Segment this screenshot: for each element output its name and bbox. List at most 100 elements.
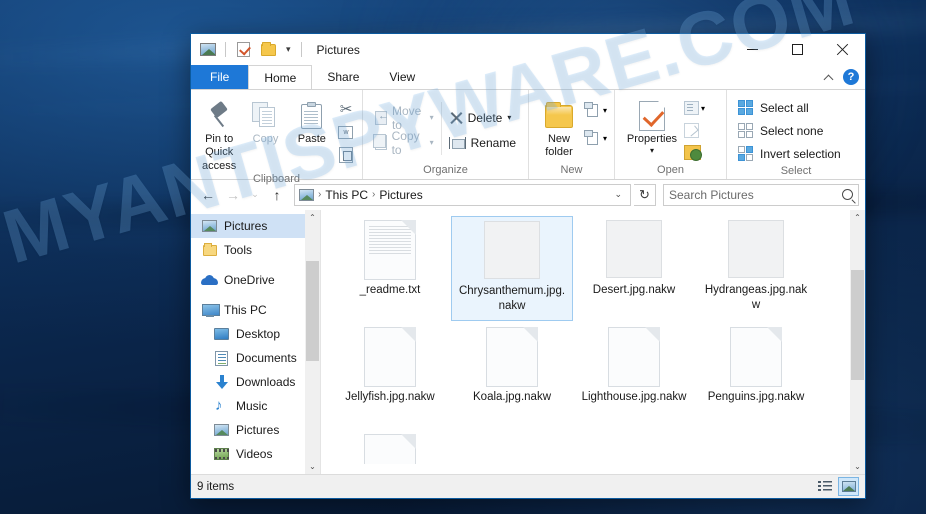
copy-path-button[interactable]: w [335, 122, 357, 142]
scrollbar-thumb[interactable] [851, 270, 864, 380]
select-all-icon [738, 100, 753, 115]
paste-button[interactable]: Paste [289, 93, 335, 146]
pin-to-quick-access-button[interactable]: Pin to Quick access [196, 93, 242, 173]
blank-file-icon [606, 220, 662, 280]
paste-shortcut-button[interactable] [335, 145, 357, 165]
blank-file-icon [728, 220, 784, 280]
delete-button[interactable]: Delete ▾ [442, 105, 523, 130]
cut-button[interactable]: ✂ [335, 99, 357, 119]
collapse-ribbon-chevron-icon[interactable] [825, 73, 834, 82]
maximize-button[interactable] [775, 34, 820, 65]
scroll-up-arrow-icon[interactable]: ⌃ [305, 210, 320, 225]
copy-button[interactable]: Copy [242, 93, 288, 146]
file-item-lighthouse[interactable]: Lighthouse.jpg.nakw [573, 323, 695, 428]
chevron-down-icon[interactable]: ⌄ [610, 189, 626, 200]
select-none-button[interactable]: Select none [732, 119, 829, 142]
scrollbar-thumb[interactable] [306, 261, 319, 361]
ribbon-group-organize: Move to ▾ Copy to ▾ Delete ▾ [363, 90, 529, 179]
breadcrumb-separator: › [372, 189, 376, 200]
invert-selection-button[interactable]: Invert selection [732, 142, 847, 165]
chevron-down-icon: ▾ [507, 113, 512, 122]
tab-home[interactable]: Home [248, 65, 313, 89]
file-item-partial[interactable] [329, 430, 451, 474]
status-bar: 9 items [191, 474, 865, 498]
details-view-button[interactable] [814, 477, 835, 496]
refresh-button[interactable]: ↻ [634, 183, 656, 206]
breadcrumb-separator: › [318, 189, 322, 200]
copy-label: Copy [252, 133, 279, 145]
invert-selection-icon [738, 146, 753, 161]
tab-file[interactable]: File [191, 65, 249, 89]
content-scrollbar[interactable]: ⌃ ⌄ [850, 210, 865, 474]
file-item-hydrangeas[interactable]: Hydrangeas.jpg.nakw [695, 216, 817, 321]
desktop-icon [213, 328, 230, 340]
scroll-down-arrow-icon[interactable]: ⌄ [850, 459, 865, 474]
sidebar-item-label: Pictures [236, 423, 280, 437]
sidebar-item-pictures[interactable]: Pictures [191, 418, 305, 442]
pictures-icon [213, 424, 230, 436]
blank-file-icon [608, 327, 660, 387]
sidebar-item-tools[interactable]: Tools [191, 238, 305, 262]
sidebar-item-desktop[interactable]: Desktop [191, 322, 305, 346]
sidebar-item-downloads[interactable]: Downloads [191, 370, 305, 394]
divider [225, 42, 226, 57]
new-folder-icon[interactable] [258, 40, 278, 60]
file-item-penguins[interactable]: Penguins.jpg.nakw [695, 323, 817, 428]
sidebar-item-label: Music [236, 399, 268, 413]
sidebar-item-pictures-quick[interactable]: Pictures [191, 214, 305, 238]
computer-icon [201, 303, 220, 317]
new-item-button[interactable]: ▾ [584, 99, 607, 121]
open-button[interactable]: ▾ [684, 98, 705, 118]
edit-button[interactable] [684, 120, 705, 140]
file-item-jellyfish[interactable]: Jellyfish.jpg.nakw [329, 323, 451, 428]
item-count-label: 9 items [197, 480, 235, 493]
sidebar-item-label: Tools [224, 243, 253, 257]
history-button[interactable] [684, 142, 705, 162]
select-none-icon [738, 123, 753, 138]
tab-share[interactable]: Share [312, 65, 375, 89]
move-to-button[interactable]: Move to ▾ [368, 104, 441, 132]
properties-icon[interactable] [233, 40, 253, 60]
copy-to-button[interactable]: Copy to ▾ [368, 129, 441, 157]
ribbon-group-new: New folder ▾ ▾ New [529, 90, 615, 179]
breadcrumb-item-this-pc[interactable]: This PC [325, 188, 368, 202]
new-folder-button[interactable]: New folder [534, 93, 584, 160]
chevron-down-icon[interactable]: ▾ [283, 44, 294, 55]
sidebar-item-label: Videos [236, 447, 273, 461]
scrollbar-track[interactable] [850, 225, 865, 459]
file-list-view[interactable]: _readme.txt Chrysanthemum.jpg.nakw Deser… [321, 210, 865, 474]
tab-view[interactable]: View [374, 65, 431, 89]
sidebar-item-documents[interactable]: Documents [191, 346, 305, 370]
select-all-button[interactable]: Select all [732, 96, 815, 119]
file-item-readme[interactable]: _readme.txt [329, 216, 451, 321]
scroll-up-arrow-icon[interactable]: ⌃ [850, 210, 865, 225]
close-button[interactable] [820, 34, 865, 65]
file-item-desert[interactable]: Desert.jpg.nakw [573, 216, 695, 321]
file-item-chrysanthemum[interactable]: Chrysanthemum.jpg.nakw [451, 216, 573, 321]
easy-access-button[interactable]: ▾ [584, 127, 607, 149]
scroll-down-arrow-icon[interactable]: ⌄ [305, 459, 320, 474]
minimize-button[interactable] [730, 34, 775, 65]
properties-button[interactable]: Properties ▾ [620, 93, 684, 156]
file-explorer-window: ▾ Pictures File Home Share View ? Pin to… [190, 33, 866, 499]
rename-button[interactable]: Rename [442, 130, 523, 155]
picture-icon[interactable] [198, 40, 218, 60]
file-grid: _readme.txt Chrysanthemum.jpg.nakw Deser… [321, 210, 850, 474]
sidebar-item-videos[interactable]: Videos [191, 442, 305, 466]
rename-label: Rename [470, 135, 516, 150]
sidebar-item-music[interactable]: ♪ Music [191, 394, 305, 418]
history-icon [684, 144, 702, 161]
sidebar-item-onedrive[interactable]: OneDrive [191, 268, 305, 292]
ribbon-group-clipboard: Pin to Quick access Copy Paste ✂ w Clipb… [191, 90, 363, 185]
search-input[interactable]: Search Pictures [663, 183, 859, 206]
large-icons-view-button[interactable] [838, 477, 859, 496]
cloud-icon [201, 275, 218, 285]
file-item-koala[interactable]: Koala.jpg.nakw [451, 323, 573, 428]
navigation-scrollbar[interactable]: ⌃ ⌄ [305, 210, 320, 474]
sidebar-item-label: OneDrive [224, 273, 275, 287]
breadcrumb-item-pictures[interactable]: Pictures [379, 188, 422, 202]
scrollbar-track[interactable] [305, 225, 320, 459]
help-icon[interactable]: ? [843, 69, 859, 85]
sidebar-item-this-pc[interactable]: This PC [191, 298, 305, 322]
copy-icon [252, 99, 278, 133]
